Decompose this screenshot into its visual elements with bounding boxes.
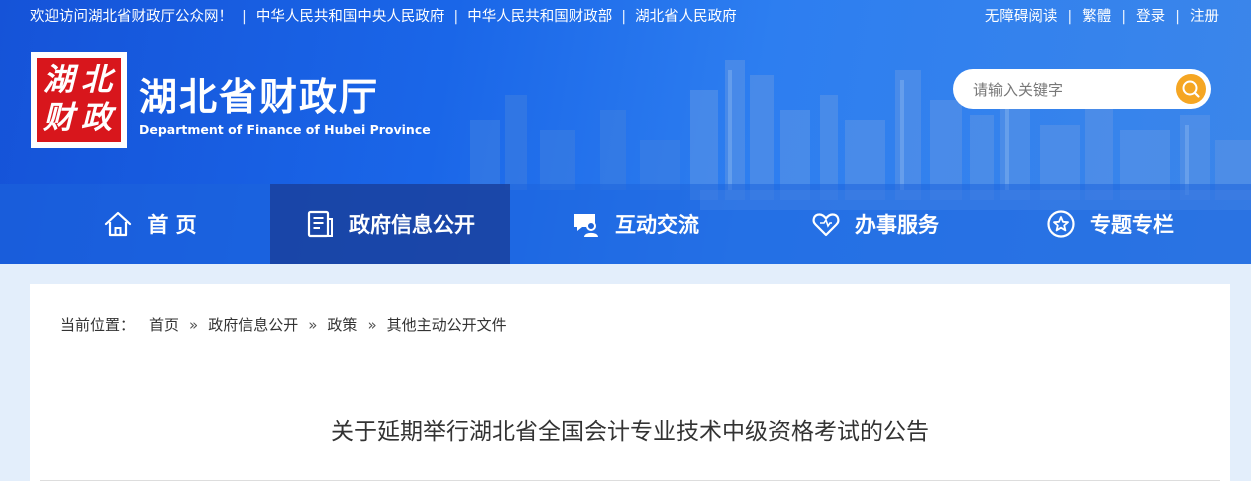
nav-item-services[interactable]: 办事服务: [760, 184, 990, 264]
breadcrumb-policy[interactable]: 政策: [327, 314, 357, 335]
main-nav: 首 页 政府信息公开 互动交流 办事服务 专题专栏: [0, 184, 1251, 264]
nav-item-topics[interactable]: 专题专栏: [990, 184, 1230, 264]
heart-icon: [812, 213, 840, 237]
nav-item-home[interactable]: 首 页: [30, 184, 270, 264]
top-link-bar: 欢迎访问湖北省财政厅公众网！ | 中华人民共和国中央人民政府 | 中华人民共和国财政部 |…: [0, 0, 1251, 30]
document-icon: [307, 210, 333, 238]
content-panel: 当前位置： 首页 » 政府信息公开 » 政策 » 其他主动公开文件 关于延期举行湖北省全国会计…: [30, 284, 1230, 481]
star-circle-icon: [1047, 210, 1075, 238]
seal-red-block: 湖 北 财 政: [37, 58, 121, 142]
nav-label: 专题专栏: [1090, 213, 1174, 237]
search-input[interactable]: [971, 78, 1165, 102]
separator: |: [1175, 9, 1180, 25]
nav-item-interaction[interactable]: 互动交流: [510, 184, 760, 264]
breadcrumb-home[interactable]: 首页: [149, 314, 179, 335]
separator: |: [1121, 9, 1127, 25]
chat-user-icon: [574, 214, 598, 237]
separator: |: [242, 9, 247, 25]
separator: |: [1067, 9, 1073, 25]
seal-char: 财: [43, 100, 74, 136]
nav-item-gov-info[interactable]: 政府信息公开: [270, 184, 510, 264]
top-links: 欢迎访问湖北省财政厅公众网！ | 中华人民共和国中央人民政府 | 中华人民共和国财政部 |…: [30, 5, 737, 26]
register-link[interactable]: 注册: [1190, 9, 1219, 25]
ministry-finance-link[interactable]: 中华人民共和国财政部: [467, 5, 612, 26]
logo-seal[interactable]: 湖 北 财 政: [31, 52, 127, 148]
seal-char: 北: [81, 62, 112, 98]
search-button[interactable]: [1176, 74, 1206, 104]
traditional-chinese-link[interactable]: 繁體: [1082, 9, 1111, 25]
breadcrumb-separator: »: [308, 316, 318, 334]
breadcrumb: 当前位置： 首页 » 政府信息公开 » 政策 » 其他主动公开文件: [60, 314, 507, 335]
accessibility-link[interactable]: 无障碍阅读: [985, 9, 1058, 25]
top-right-links: 无障碍阅读 | 繁體 | 登录 | 注册: [985, 5, 1219, 26]
breadcrumb-other-files[interactable]: 其他主动公开文件: [387, 314, 507, 335]
article-title: 关于延期举行湖北省全国会计专业技术中级资格考试的公告: [331, 419, 929, 445]
breadcrumb-separator: »: [189, 316, 199, 334]
home-icon: [105, 211, 132, 237]
nav-label: 首 页: [147, 213, 197, 237]
site-title[interactable]: 湖北省财政厅: [139, 66, 379, 121]
breadcrumb-label: 当前位置：: [60, 316, 136, 334]
nav-label: 政府信息公开: [349, 213, 475, 237]
login-link[interactable]: 登录: [1136, 9, 1165, 25]
welcome-link[interactable]: 欢迎访问湖北省财政厅公众网！: [30, 5, 233, 26]
nav-label: 办事服务: [855, 213, 939, 237]
search-box: [953, 69, 1211, 109]
separator: |: [621, 9, 627, 25]
breadcrumb-separator: »: [367, 316, 377, 334]
central-gov-link[interactable]: 中华人民共和国中央人民政府: [256, 5, 445, 26]
separator: |: [453, 9, 459, 25]
breadcrumb-gov-info[interactable]: 政府信息公开: [208, 314, 298, 335]
hubei-gov-link[interactable]: 湖北省人民政府: [635, 5, 737, 26]
seal-char: 湖: [43, 62, 74, 98]
seal-char: 政: [81, 100, 112, 136]
nav-label: 互动交流: [615, 213, 699, 237]
search-icon: [1182, 80, 1200, 98]
site-header: 欢迎访问湖北省财政厅公众网！ | 中华人民共和国中央人民政府 | 中华人民共和国财政部 |…: [0, 0, 1251, 264]
site-subtitle: Department of Finance of Hubei Province: [139, 122, 431, 137]
